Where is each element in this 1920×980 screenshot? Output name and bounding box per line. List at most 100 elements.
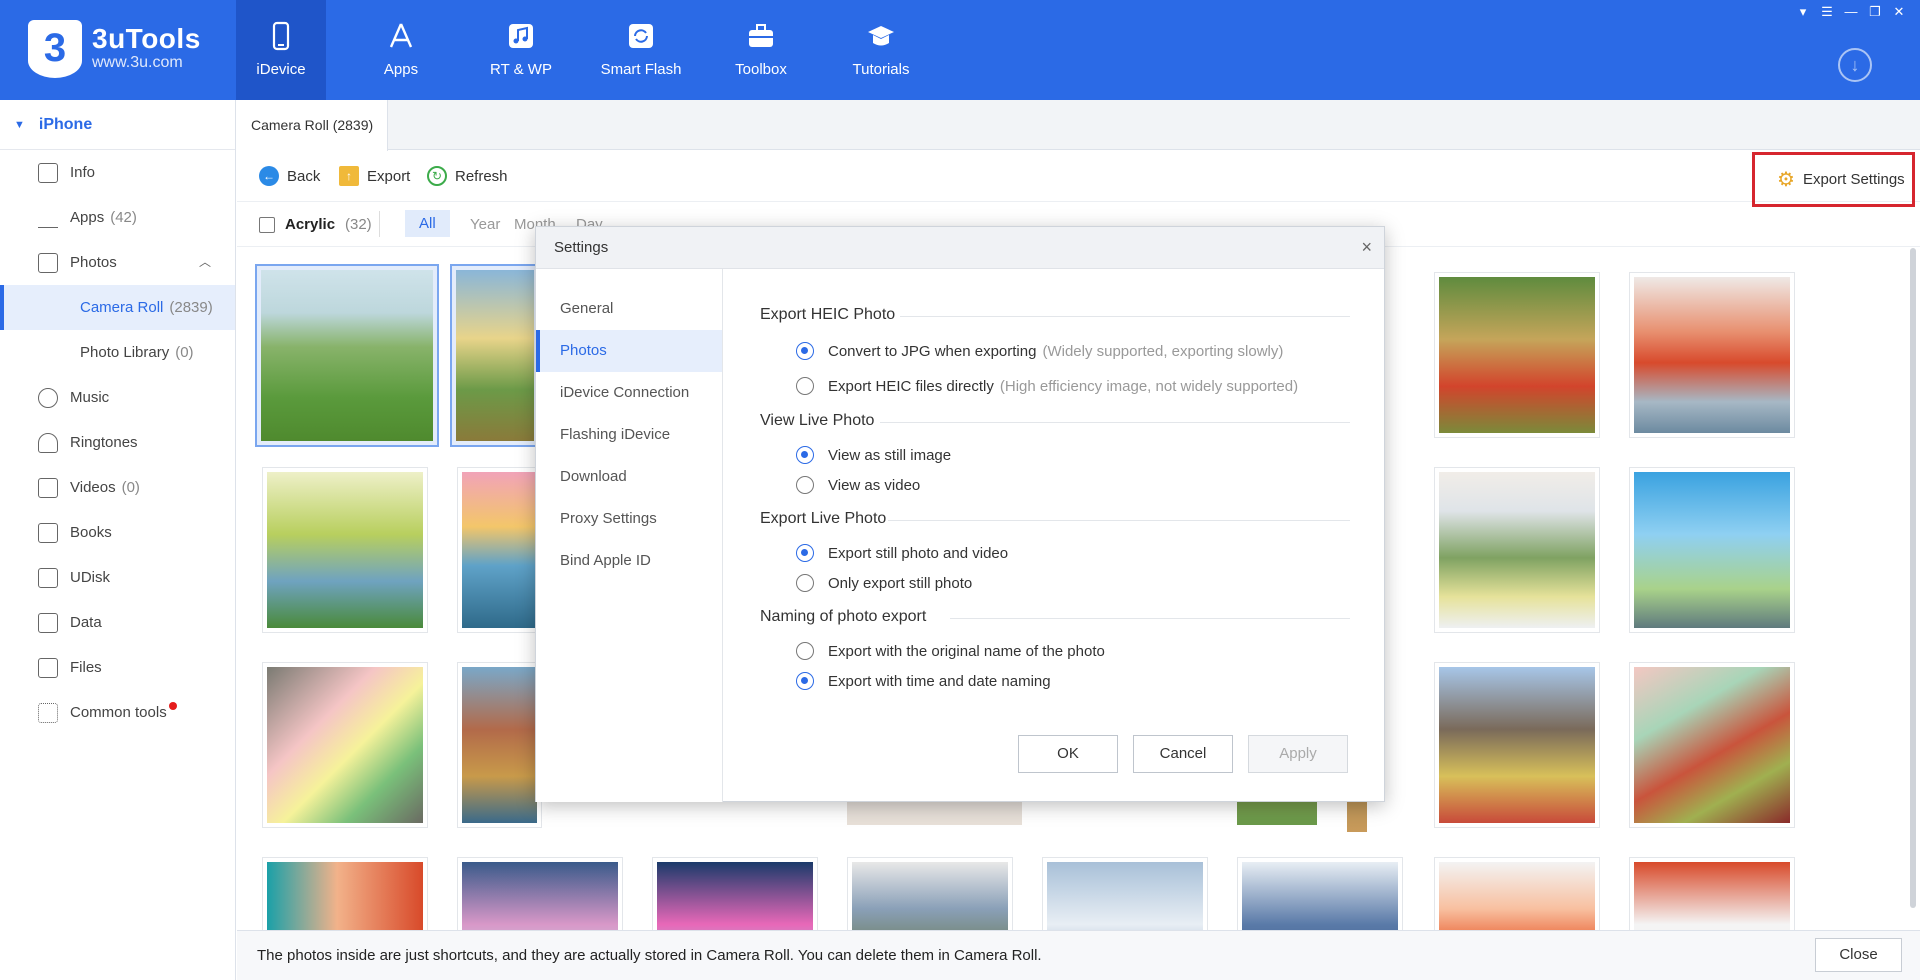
radio-view-video[interactable]: View as video [796,476,920,494]
photo-thumbnail[interactable] [1434,272,1600,438]
settings-nav-flashing-idevice[interactable]: Flashing iDevice [536,414,722,456]
photo-thumbnail[interactable] [255,264,439,447]
settings-nav-proxy-settings[interactable]: Proxy Settings [536,498,722,540]
back-button[interactable]: ← Back [259,166,320,186]
sidebar-item-common-tools[interactable]: Common tools [0,690,235,735]
restore-icon[interactable]: ❐ [1866,4,1884,20]
radio-selected [796,446,814,464]
nav-tab-toolbox[interactable]: Toolbox [716,0,806,100]
toolbox-icon [749,24,773,47]
music-note-icon [509,24,533,48]
radio-naming-time[interactable]: Export with time and date naming [796,672,1051,690]
sidebar-item-camera-roll[interactable]: Camera Roll (2839) [0,285,235,330]
export-icon: ↑ [339,166,359,186]
photo-thumbnail[interactable] [652,857,818,930]
app-name: 3uTools [92,23,201,54]
photo-thumbnail[interactable] [847,857,1013,930]
refresh-button[interactable]: ↻ Refresh [427,166,508,186]
radio-label: Export still photo and video [828,544,1009,562]
radio-label: Only export still photo [828,574,973,592]
photo-thumbnail[interactable] [1629,272,1795,438]
radio-unselected [796,642,814,660]
sidebar-item-ringtones[interactable]: Ringtones [0,420,235,465]
photo-thumbnail[interactable] [1042,857,1208,930]
nav-tab-tutorials[interactable]: Tutorials [836,0,926,100]
tab-camera-roll[interactable]: Camera Roll (2839) [237,100,389,151]
sidebar-item-count: (0) [121,479,140,496]
radio-hint: (Widely supported, exporting slowly) [1042,342,1284,360]
grid-icon [38,702,58,723]
sidebar-item-label: Camera Roll [80,299,164,316]
photo-thumbnail[interactable] [1629,467,1795,633]
nav-tab-rt-wp[interactable]: RT & WP [476,0,566,100]
shirt-icon[interactable]: ▾ [1794,4,1812,20]
photo-thumbnail[interactable] [1434,662,1600,828]
photo-thumbnail[interactable] [1237,857,1403,930]
filter-all[interactable]: All [405,210,450,237]
nav-tab-apps[interactable]: Apps [356,0,446,100]
sidebar-item-udisk[interactable]: UDisk [0,555,235,600]
photo-thumbnail[interactable] [457,467,542,633]
filter-year[interactable]: Year [470,216,500,233]
select-all-checkbox[interactable] [259,217,275,233]
ok-button[interactable]: OK [1018,735,1118,773]
sidebar-item-label: Common tools [70,704,167,721]
export-button[interactable]: ↑ Export [339,166,410,186]
export-settings-button[interactable]: ⚙ Export Settings [1752,152,1915,207]
download-icon[interactable]: ↓ [1838,48,1872,82]
sidebar-item-photos[interactable]: Photos ︿ [0,240,235,285]
sidebar-item-files[interactable]: Files [0,645,235,690]
close-button[interactable]: Close [1815,938,1902,972]
radio-label: Convert to JPG when exporting [828,342,1037,360]
photo-thumbnail[interactable] [1434,857,1600,930]
radio-view-still[interactable]: View as still image [796,446,951,464]
sidebar-item-count: (42) [110,209,137,226]
nav-tab-idevice[interactable]: iDevice [236,0,326,100]
cancel-button[interactable]: Cancel [1133,735,1233,773]
sidebar-item-books[interactable]: Books [0,510,235,555]
radio-label: Export HEIC files directly [828,377,994,395]
photo-thumbnail[interactable] [262,467,428,633]
sidebar-item-label: Data [70,614,102,631]
sidebar-item-videos[interactable]: Videos (0) [0,465,235,510]
photo-thumbnail[interactable] [1629,857,1795,930]
photo-thumbnail[interactable] [457,857,623,930]
photo-thumbnail[interactable] [1434,467,1600,633]
menu-icon[interactable]: ☰ [1818,4,1836,20]
sidebar-item-apps[interactable]: Apps (42) [0,195,235,240]
settings-nav-photos[interactable]: Photos [536,330,722,372]
settings-nav-idevice-connection[interactable]: iDevice Connection [536,372,722,414]
sidebar-item-label: Files [70,659,102,676]
radio-export-still-only[interactable]: Only export still photo [796,574,972,592]
sidebar-item-info[interactable]: Info [0,150,235,195]
radio-export-still-video[interactable]: Export still photo and video [796,544,1008,562]
photo-thumbnail[interactable] [450,264,540,447]
app-url: www.3u.com [92,54,183,71]
sidebar-item-photo-library[interactable]: Photo Library (0) [0,330,235,375]
radio-convert-jpg[interactable]: Convert to JPG when exporting (Widely sup… [796,342,1283,360]
graduation-cap-icon [868,26,894,46]
radio-hint: (High efficiency image, not widely suppo… [999,377,1299,395]
close-icon[interactable]: ✕ [1890,4,1908,20]
radio-naming-original[interactable]: Export with the original name of the pho… [796,642,1105,660]
photo-thumbnail[interactable] [262,662,428,828]
nav-tab-smart-flash[interactable]: Smart Flash [596,0,686,100]
photo-thumbnail[interactable] [262,857,428,930]
close-icon[interactable]: × [1361,237,1372,258]
sidebar-item-data[interactable]: Data [0,600,235,645]
sidebar-item-music[interactable]: Music [0,375,235,420]
minimize-icon[interactable]: — [1842,4,1860,20]
apply-button[interactable]: Apply [1248,735,1348,773]
settings-nav-general[interactable]: General [536,288,722,330]
photo-thumbnail[interactable] [1629,662,1795,828]
top-bar: 3 3uTools www.3u.com iDevice Apps RT & W… [0,0,1920,100]
radio-export-heic[interactable]: Export HEIC files directly (High efficien… [796,377,1298,395]
settings-nav-bind-apple-id[interactable]: Bind Apple ID [536,540,722,582]
caret-down-icon: ▼ [14,118,25,131]
scrollbar[interactable] [1910,248,1916,908]
settings-nav-download[interactable]: Download [536,456,722,498]
section-naming: Naming of photo export [760,608,1350,626]
photo-thumbnail[interactable] [457,662,542,828]
sidebar-item-label: Info [70,164,96,181]
device-header[interactable]: ▼ iPhone [0,100,235,150]
